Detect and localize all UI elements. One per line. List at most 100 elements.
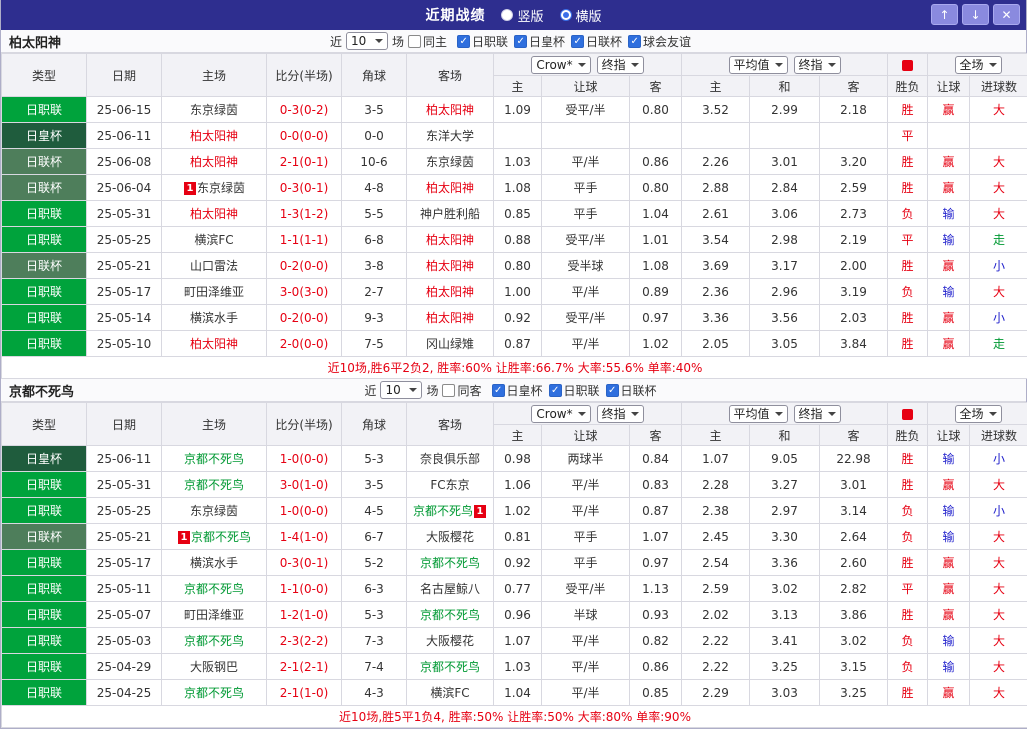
eu-home-odds-cell: 2.28	[681, 471, 751, 498]
type-cell: 日职联	[1, 304, 87, 331]
result-cell: 胜	[887, 679, 929, 706]
score-cell: 2-1(0-1)	[266, 148, 342, 175]
date-cell: 25-06-08	[86, 148, 162, 175]
competition-checkbox[interactable]: 日职联	[548, 382, 600, 399]
team-name-text: 柏太阳神	[189, 129, 238, 143]
same-venue-checkbox[interactable]: 同客	[442, 382, 482, 399]
ah-away-odds-cell: 0.83	[628, 471, 683, 498]
competition-checkbox[interactable]: 日皇杯	[514, 33, 565, 50]
col-eu-away: 客	[819, 424, 889, 446]
competition-checkbox[interactable]: 日联杯	[571, 33, 622, 50]
home-team-cell: 大阪钢巴	[161, 653, 267, 680]
odds-stage-select[interactable]: 终指	[596, 55, 644, 74]
handicap-result-cell: 赢	[927, 549, 971, 576]
handicap-result-cell: 赢	[927, 471, 971, 498]
team-name-text: 京都不死鸟	[190, 530, 251, 544]
home-team-cell: 横滨FC	[161, 226, 267, 253]
match-count-select[interactable]: 10	[345, 32, 388, 50]
result-cell: 负	[887, 278, 929, 305]
near-label: 近	[329, 34, 342, 49]
ah-away-odds-cell: 0.97	[628, 304, 683, 331]
competition-checkbox[interactable]: 日皇杯	[491, 382, 543, 399]
ah-home-odds-cell: 1.03	[493, 148, 542, 175]
team-name-text: 名古屋鲸八	[419, 582, 480, 596]
col-ah-home: 主	[493, 424, 542, 446]
odds-stage-select[interactable]: 终指	[596, 404, 644, 423]
team-name-text: 横滨水手	[189, 311, 238, 325]
result-cell: 胜	[887, 471, 929, 498]
chevron-down-icon	[774, 62, 783, 71]
away-team-cell: 大阪樱花	[406, 523, 494, 550]
close-button[interactable]: ✕	[993, 4, 1020, 25]
corner-cell: 4-3	[341, 679, 407, 706]
summary-text: 近10场,胜5平1负4, 胜率:50% 让胜率:50% 大率:80% 单率:90…	[0, 705, 1027, 728]
handicap-result-cell: 赢	[927, 304, 971, 331]
score-cell: 0-3(0-1)	[266, 549, 342, 576]
team-name-text: 东京绿茵	[425, 155, 474, 169]
eu-away-odds-cell: 3.19	[819, 278, 889, 305]
competition-checkbox[interactable]: 球会友谊	[628, 33, 691, 50]
date-cell: 25-05-31	[86, 200, 162, 227]
col-ah-home: 主	[493, 75, 542, 97]
col-eu-draw: 和	[749, 424, 821, 446]
home-team-cell: 京都不死鸟	[161, 627, 267, 654]
ah-line-cell: 平/半	[541, 148, 630, 175]
scroll-down-button[interactable]: ↓	[962, 4, 989, 25]
date-cell: 25-05-03	[86, 627, 162, 654]
checkbox-label: 球会友谊	[643, 34, 692, 49]
scope-select[interactable]: 全场	[954, 55, 1002, 74]
view-option-horizontal[interactable]: 横版	[559, 6, 602, 25]
eu-home-odds-cell: 2.02	[681, 601, 751, 628]
table-row: 日职联 25-05-03 京都不死鸟 2-3(2-2) 7-3 大阪樱花 1.07 平/半 0.…	[1, 627, 1027, 654]
same-venue-checkbox[interactable]: 同主	[407, 33, 447, 50]
table-row: 日职联 25-04-25 京都不死鸟 2-1(1-0) 4-3 横滨FC 1.04 平/半 0.…	[1, 679, 1027, 706]
eu-away-odds-cell: 3.14	[819, 497, 889, 524]
team-name-text: 京都不死鸟	[419, 556, 480, 570]
eu-away-odds-cell: 2.19	[819, 226, 889, 253]
corner-cell: 4-8	[341, 174, 407, 201]
goals-cell: 小	[969, 252, 1027, 279]
date-cell: 25-05-07	[86, 601, 162, 628]
home-team-cell: 山口雷法	[161, 252, 267, 279]
ah-away-odds-cell: 0.86	[628, 653, 683, 680]
home-team-cell: 柏太阳神	[161, 148, 267, 175]
checkbox-checked-icon	[456, 34, 470, 48]
eu-home-odds-cell: 3.69	[681, 252, 751, 279]
view-option-vertical[interactable]: 竖版	[501, 6, 544, 25]
home-team-cell: 京都不死鸟	[161, 445, 267, 472]
euro-stage-select[interactable]: 终指	[793, 55, 841, 74]
scope-select[interactable]: 全场	[954, 404, 1002, 423]
ah-home-odds-cell: 1.08	[493, 174, 542, 201]
goals-cell: 小	[969, 497, 1027, 524]
chevron-down-icon	[827, 411, 836, 420]
col-score: 比分(半场)	[266, 53, 342, 97]
team-name-text: 柏太阳神	[189, 155, 238, 169]
handicap-result-cell: 赢	[927, 96, 971, 123]
away-team-cell: 柏太阳神	[406, 96, 494, 123]
competition-checkbox[interactable]: 日职联	[456, 33, 508, 50]
checkbox-checked-icon	[571, 34, 585, 48]
eu-draw-odds-cell: 3.25	[749, 653, 821, 680]
checkbox-label: 日联杯	[620, 383, 657, 398]
chevron-down-icon	[988, 62, 997, 71]
col-goals: 进球数	[969, 75, 1027, 97]
odds-company-select[interactable]: Crow*	[531, 55, 591, 74]
away-team-cell: 奈良俱乐部	[406, 445, 494, 472]
result-cell: 胜	[887, 330, 929, 357]
ah-away-odds-cell: 1.08	[628, 252, 683, 279]
chevron-down-icon	[630, 62, 639, 71]
near-label: 近	[364, 383, 377, 398]
euro-odds-select[interactable]: 平均值	[728, 404, 788, 423]
home-team-cell: 柏太阳神	[161, 330, 267, 357]
euro-odds-select[interactable]: 平均值	[728, 55, 788, 74]
ah-home-odds-cell: 0.92	[493, 549, 542, 576]
match-count-select[interactable]: 10	[380, 381, 423, 399]
competition-checkbox[interactable]: 日联杯	[605, 382, 657, 399]
scroll-up-button[interactable]: ↑	[931, 4, 958, 25]
radio-icon	[501, 9, 514, 21]
euro-stage-select[interactable]: 终指	[793, 404, 841, 423]
odds-company-select[interactable]: Crow*	[531, 404, 591, 423]
checkbox-label: 日职联	[563, 383, 600, 398]
score-cell: 1-1(1-1)	[266, 226, 342, 253]
result-cell: 胜	[887, 252, 929, 279]
